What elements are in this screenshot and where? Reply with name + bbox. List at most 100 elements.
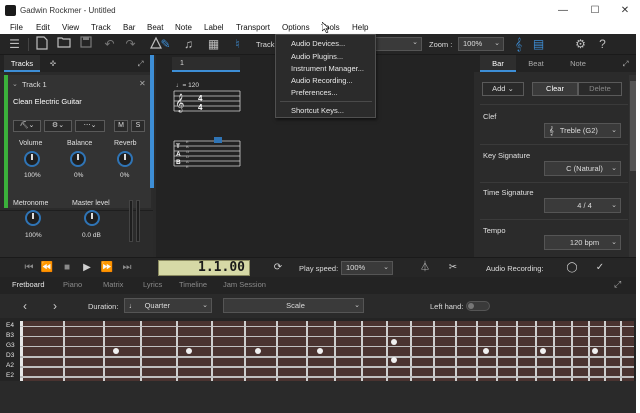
previous-arrow-icon[interactable]: ‹: [18, 299, 32, 313]
scale-select[interactable]: Scale ⌄: [223, 298, 364, 313]
key-signature-select[interactable]: C (Natural) ⌄: [544, 161, 621, 176]
fret-marker-dot: [483, 348, 489, 354]
loop-icon[interactable]: ⟳: [271, 261, 285, 275]
tempo-select[interactable]: 120 bpm ⌄: [544, 235, 621, 250]
play-speed-select[interactable]: 100% ⌄: [341, 261, 393, 275]
play-speed-value: 100%: [346, 263, 366, 272]
tab-bar[interactable]: Bar: [480, 55, 516, 72]
close-button[interactable]: ✕: [610, 4, 640, 18]
menu-item-audio-devices[interactable]: Audio Devices...: [291, 39, 345, 48]
confirm-check-icon[interactable]: ✓: [593, 261, 607, 275]
delete-button[interactable]: Delete: [578, 82, 622, 96]
menu-item-instrument-manager[interactable]: Instrument Manager...: [291, 64, 364, 73]
effects-button[interactable]: ⚙⌄: [44, 120, 72, 132]
clef-icon[interactable]: 𝄞: [510, 36, 527, 53]
menu-help[interactable]: Help: [352, 23, 368, 32]
time-signature-select[interactable]: 4 / 4 ⌄: [544, 198, 621, 213]
more-options-button[interactable]: ⋯⌄: [75, 120, 105, 132]
menu-item-audio-plugins[interactable]: Audio Plugins...: [291, 52, 343, 61]
zoom-select[interactable]: 100% ⌄: [458, 37, 504, 51]
menu-separator: [280, 101, 372, 102]
undo-icon[interactable]: ↶: [101, 36, 118, 53]
tab-fretboard[interactable]: Fretboard: [12, 280, 45, 289]
menu-item-preferences[interactable]: Preferences...: [291, 88, 338, 97]
menu-note[interactable]: Note: [175, 23, 192, 32]
mute-button[interactable]: M: [114, 120, 128, 132]
tab-piano[interactable]: Piano: [63, 280, 82, 289]
menu-edit[interactable]: Edit: [36, 23, 50, 32]
record-icon[interactable]: ◯: [565, 261, 579, 275]
tab-note[interactable]: Note: [560, 55, 596, 72]
minimize-button[interactable]: —: [548, 4, 578, 18]
expand-panel-icon[interactable]: ⤢: [617, 55, 634, 72]
menu-file[interactable]: File: [10, 23, 23, 32]
edit-score-icon[interactable]: ✎: [157, 36, 174, 53]
master-level-knob[interactable]: [84, 210, 100, 226]
duration-select[interactable]: ♩ Quarter ⌄: [124, 298, 212, 313]
guitar-string: [20, 326, 634, 327]
new-file-icon[interactable]: [33, 36, 50, 53]
collapse-chevron-icon[interactable]: ⌄: [12, 80, 18, 88]
hamburger-menu-icon[interactable]: ☰: [6, 36, 23, 53]
clear-button[interactable]: Clear: [532, 82, 578, 96]
score-view-icon[interactable]: ▤: [530, 36, 547, 53]
menu-item-shortcut-keys[interactable]: Shortcut Keys...: [291, 106, 344, 115]
save-icon[interactable]: [77, 36, 94, 53]
open-folder-icon[interactable]: [55, 36, 72, 53]
guitar-string: [20, 356, 634, 358]
grid-icon[interactable]: ▦: [205, 36, 222, 53]
settings-gear-icon[interactable]: ⚙: [572, 36, 589, 53]
solo-button[interactable]: S: [131, 120, 145, 132]
go-to-end-icon[interactable]: ⏭: [120, 261, 134, 275]
play-icon[interactable]: ▶: [80, 261, 94, 275]
nut: [20, 321, 23, 381]
go-to-start-icon[interactable]: ⏮: [22, 261, 36, 275]
next-arrow-icon[interactable]: ›: [48, 299, 62, 313]
string-label-e2: E2: [6, 372, 14, 379]
reverb-knob[interactable]: [117, 151, 133, 167]
master-level-label: Master level: [72, 200, 110, 207]
menu-label[interactable]: Label: [204, 23, 224, 32]
add-button[interactable]: Add ⌄: [482, 82, 524, 96]
volume-value: 100%: [24, 172, 41, 179]
rewind-icon[interactable]: ⏪: [40, 261, 54, 275]
menu-bar[interactable]: Bar: [123, 23, 135, 32]
menu-track[interactable]: Track: [91, 23, 111, 32]
chord-icon[interactable]: ♫: [180, 36, 197, 53]
expand-icon[interactable]: ⤢: [132, 55, 149, 72]
tab-tracks[interactable]: Tracks: [4, 55, 40, 72]
left-hand-toggle[interactable]: [466, 301, 490, 311]
fast-forward-icon[interactable]: ⏩: [100, 261, 114, 275]
quarter-note-icon: ♩: [129, 301, 137, 310]
tab-matrix[interactable]: Matrix: [103, 280, 123, 289]
tab-lyrics[interactable]: Lyrics: [143, 280, 162, 289]
instrument-button[interactable]: ⛏⌄: [13, 120, 41, 132]
treble-clef-icon: 𝄞: [175, 93, 184, 113]
remove-track-icon[interactable]: ✕: [139, 79, 146, 88]
help-icon[interactable]: ?: [594, 36, 611, 53]
menu-item-audio-recording[interactable]: Audio Recording...: [291, 76, 353, 85]
balance-knob[interactable]: [70, 151, 86, 167]
string-label-b3: B3: [6, 332, 14, 339]
menu-transport[interactable]: Transport: [236, 23, 270, 32]
menu-view[interactable]: View: [62, 23, 79, 32]
tab-jam-session[interactable]: Jam Session: [223, 280, 266, 289]
redo-icon[interactable]: ↷: [122, 36, 139, 53]
maximize-button[interactable]: ☐: [580, 4, 610, 18]
metronome-knob[interactable]: [25, 210, 41, 226]
volume-knob[interactable]: [24, 151, 40, 167]
add-track-icon[interactable]: ✜: [44, 55, 62, 72]
metronome-icon[interactable]: ⏃: [418, 261, 432, 275]
divider: [480, 144, 628, 145]
menu-beat[interactable]: Beat: [147, 23, 163, 32]
tab-beat[interactable]: Beat: [518, 55, 554, 72]
expand-bottom-icon[interactable]: ⤢: [614, 279, 621, 290]
menu-options[interactable]: Options: [282, 23, 310, 32]
tab-timeline[interactable]: Timeline: [179, 280, 207, 289]
track-selector[interactable]: ⌄: [372, 37, 422, 51]
clef-select[interactable]: 𝄞 Treble (G2) ⌄: [544, 123, 621, 138]
stop-icon[interactable]: ■: [60, 261, 74, 275]
balance-value: 0%: [74, 172, 84, 179]
count-in-icon[interactable]: ✂: [446, 261, 460, 275]
guitar-tool-icon[interactable]: ♮: [229, 36, 246, 53]
